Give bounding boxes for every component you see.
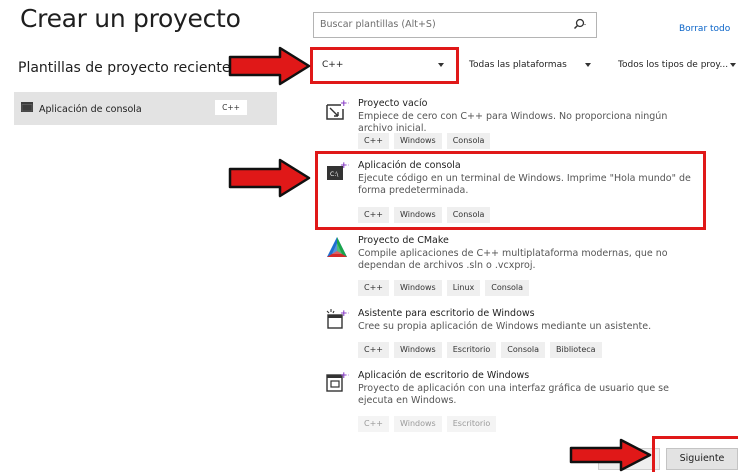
project-type-filter-value: Todos los tipos de proy... — [618, 60, 729, 70]
svg-text:++: ++ — [340, 371, 349, 381]
tag: Escritorio — [446, 342, 497, 358]
tag: C++ — [358, 280, 389, 296]
tag: C++ — [358, 342, 389, 358]
console-app-icon — [21, 102, 33, 112]
recent-template-item[interactable]: Aplicación de consola C++ — [14, 92, 277, 125]
arrow-right-icon — [228, 158, 311, 198]
template-tags: C++ Windows Escritorio — [358, 416, 497, 432]
tag: Consola — [485, 280, 530, 296]
tag: Windows — [394, 416, 442, 432]
template-title: Proyecto de CMake — [358, 235, 449, 246]
chevron-down-icon — [730, 63, 736, 67]
tag: Consola — [446, 207, 491, 223]
empty-project-icon: ++ — [326, 99, 349, 120]
template-description: Compile aplicaciones de C++ multiplatafo… — [358, 248, 668, 271]
tag: Windows — [394, 133, 442, 149]
tag: Linux — [446, 280, 481, 296]
svg-text:++: ++ — [340, 161, 349, 171]
tag: Windows — [394, 207, 442, 223]
cmake-icon — [327, 237, 347, 257]
tag: Windows — [394, 280, 442, 296]
template-description: Proyecto de aplicación con una interfaz … — [358, 383, 669, 406]
tag: C++ — [358, 133, 389, 149]
template-title: Aplicación de escritorio de Windows — [358, 370, 530, 381]
svg-text:C:\: C:\ — [330, 171, 339, 178]
template-title: Asistente para escritorio de Windows — [358, 308, 535, 319]
svg-text:++: ++ — [340, 309, 349, 319]
template-description: Cree su propia aplicación de Windows med… — [358, 321, 652, 332]
recent-templates-heading: Plantillas de proyecto recientes — [18, 60, 238, 76]
arrow-right-icon — [569, 438, 652, 472]
tag: Windows — [394, 342, 442, 358]
template-tags: C++ Windows Escritorio Consola Bibliotec… — [358, 342, 602, 358]
template-tags: C++ Windows Linux Consola — [358, 280, 530, 296]
svg-text:++: ++ — [340, 99, 349, 109]
tag: Escritorio — [446, 416, 497, 432]
tag: C++ — [358, 416, 389, 432]
project-type-filter-dropdown[interactable]: Todos los tipos de proy... — [612, 55, 738, 77]
template-description: Ejecute código en un terminal de Windows… — [358, 173, 691, 196]
language-filter-dropdown[interactable]: C++ — [316, 55, 456, 77]
clear-all-link[interactable]: Borrar todo — [679, 24, 730, 34]
tag: Consola — [446, 133, 491, 149]
platform-filter-dropdown[interactable]: Todas las plataformas — [463, 55, 595, 77]
template-tags: C++ Windows Consola — [358, 133, 491, 149]
chevron-down-icon — [438, 63, 444, 67]
chevron-down-icon — [585, 63, 591, 67]
search-icon[interactable] — [570, 16, 588, 34]
recent-template-label: Aplicación de consola — [39, 104, 142, 115]
search-input[interactable]: Buscar plantillas (Alt+S) — [313, 12, 597, 38]
template-title: Proyecto vacío — [358, 98, 428, 109]
template-title: Aplicación de consola — [358, 160, 461, 171]
search-placeholder: Buscar plantillas (Alt+S) — [320, 19, 436, 30]
arrow-right-icon — [228, 46, 311, 86]
template-tags: C++ Windows Consola — [358, 207, 491, 223]
language-filter-value: C++ — [322, 60, 344, 70]
tag: Consola — [501, 342, 546, 358]
wizard-icon: ++ — [326, 309, 349, 329]
console-app-icon: C:\ ++ — [327, 161, 349, 180]
language-badge: C++ — [215, 100, 247, 115]
next-button[interactable]: Siguiente — [666, 448, 738, 470]
platform-filter-value: Todas las plataformas — [469, 60, 567, 70]
page-title: Crear un proyecto — [20, 4, 241, 33]
template-description: Empiece de cero con C++ para Windows. No… — [358, 111, 668, 134]
tag: Biblioteca — [550, 342, 602, 358]
desktop-app-icon: ++ — [326, 371, 349, 392]
tag: C++ — [358, 207, 389, 223]
